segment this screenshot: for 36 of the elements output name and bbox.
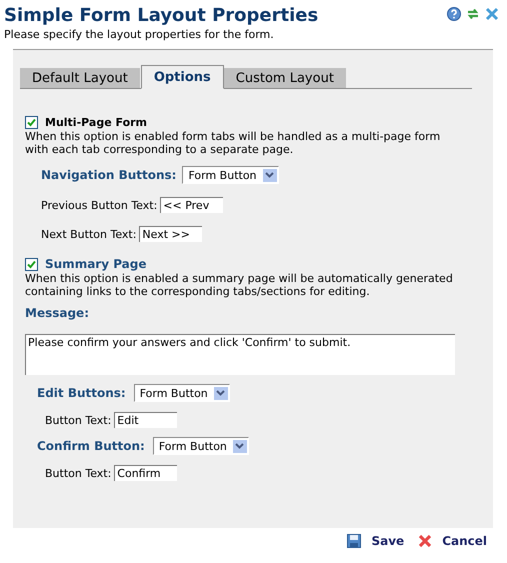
dropdown[interactable]: Form Button xyxy=(182,166,279,184)
tab[interactable]: Custom Layout xyxy=(224,68,347,88)
field-label: Confirm Button: xyxy=(37,439,145,453)
refresh-icon[interactable] xyxy=(466,7,480,21)
checkbox[interactable] xyxy=(25,116,38,129)
caret-icon xyxy=(235,443,244,449)
field-label: Button Text: xyxy=(45,466,112,480)
field-label: Next Button Text: xyxy=(41,228,136,240)
page-subtitle: Please specify the layout properties for the form. xyxy=(4,28,275,41)
field-label: Message: xyxy=(25,306,90,320)
option-label: Multi-Page Form xyxy=(45,116,148,129)
field-label: Previous Button Text: xyxy=(41,198,158,212)
text-field[interactable]: Confirm xyxy=(114,465,178,481)
field-label: Edit Buttons: xyxy=(37,386,126,400)
text-field[interactable]: Next >> xyxy=(139,226,202,242)
field-label: Button Text: xyxy=(45,414,112,426)
page-title: Simple Form Layout Properties xyxy=(4,4,318,28)
dropdown[interactable]: Form Button xyxy=(134,384,230,402)
text-field[interactable]: << Prev xyxy=(160,197,224,213)
field-label: Navigation Buttons: xyxy=(41,168,176,182)
option-label: Summary Page xyxy=(45,257,147,271)
close-icon[interactable] xyxy=(485,7,499,21)
close-icon xyxy=(418,534,432,548)
checkbox[interactable] xyxy=(25,258,38,270)
save-button[interactable]: Save xyxy=(347,534,404,548)
tab[interactable]: Options xyxy=(140,65,224,89)
message-field[interactable]: Please confirm your answers and click 'Confirm' to submit. xyxy=(25,334,455,375)
option-description: When this option is enabled form tabs will be handled as a multi-page form with each tab corresponding to a separate page. xyxy=(25,130,442,156)
option-description: When this option is enabled a summary page will be automatically generated containing links to the corresponding tabs/sections for editing. xyxy=(25,272,454,298)
tab[interactable]: Default Layout xyxy=(20,68,141,88)
caret-icon xyxy=(216,390,226,396)
caret-icon xyxy=(265,172,274,178)
cancel-button[interactable]: Cancel xyxy=(418,534,487,548)
dropdown[interactable]: Form Button xyxy=(152,437,249,455)
help-icon[interactable] xyxy=(447,7,461,21)
text-field[interactable]: Edit xyxy=(114,412,178,428)
